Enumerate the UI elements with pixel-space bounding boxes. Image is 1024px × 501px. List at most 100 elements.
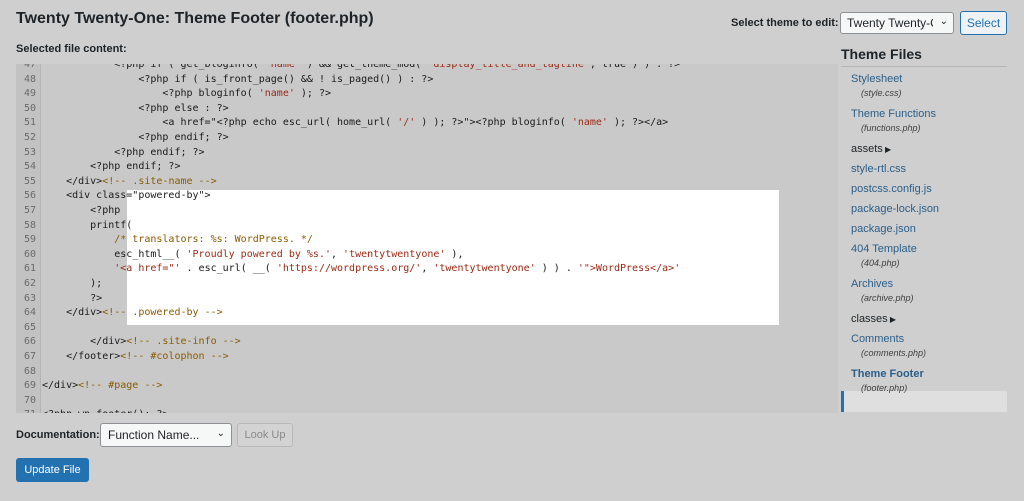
code-editor[interactable]: 47 <?php if ( get_bloginfo( 'name' ) && … <box>16 64 838 413</box>
line-number: 64 <box>23 307 36 319</box>
line-code: <a href="<?php echo esc_url( home_url( '… <box>42 117 669 129</box>
line-number: 57 <box>23 205 36 216</box>
theme-select[interactable]: Twenty Twenty-C ⌄ <box>840 12 954 34</box>
sidebar-file-item[interactable]: Stylesheet <box>851 73 902 85</box>
code-line: 65 <box>16 321 838 336</box>
code-line: 49 <?php bloginfo( 'name' ); ?> <box>16 87 838 102</box>
folder-label: classes <box>851 313 888 325</box>
line-number: 60 <box>23 248 36 260</box>
line-number: 58 <box>23 219 36 231</box>
code-line: 62 ); <box>16 277 838 292</box>
line-code: '<a href="' . esc_url( __( 'https://word… <box>114 263 681 275</box>
line-code: esc_html__( 'Proudly powered by %s.', 't… <box>42 248 464 260</box>
code-line: 56 <div class="powered-by"> <box>16 189 838 204</box>
line-code: <?php if ( is_front_page() && ! is_paged… <box>42 73 434 85</box>
code-line: 53 <?php endif; ?> <box>16 146 838 161</box>
code-line: 54 <?php endif; ?> <box>16 160 838 175</box>
line-code: <?php if ( get_bloginfo( 'name' ) && get… <box>42 64 681 70</box>
line-number: 68 <box>23 365 36 377</box>
sidebar-folder-assets[interactable]: assets ▶ <box>851 143 891 155</box>
line-number: 70 <box>23 394 36 406</box>
code-line: 66 </div><!-- .site-info --> <box>16 335 838 350</box>
sidebar-title: Theme Files <box>841 46 922 62</box>
line-number: 66 <box>23 336 36 348</box>
line-code: <?php else : ?> <box>42 102 229 114</box>
sidebar-file-item[interactable]: Comments <box>851 333 904 345</box>
sidebar-file-path: (archive.php) <box>861 293 914 303</box>
line-number: 51 <box>23 117 36 129</box>
theme-select-value: Twenty Twenty-C <box>847 16 933 30</box>
sidebar-file-item[interactable]: package-lock.json <box>851 203 939 215</box>
sidebar-file-path: (style.css) <box>861 88 902 98</box>
line-number: 47 <box>23 64 36 70</box>
line-code: <?php endif; ?> <box>42 161 181 173</box>
sidebar-file-item[interactable]: 404 Template <box>851 243 917 255</box>
documentation-label: Documentation: <box>16 429 100 441</box>
code-line: 52 <?php endif; ?> <box>16 131 838 146</box>
line-code: ); <box>42 278 103 289</box>
code-line: 60 esc_html__( 'Proudly powered by %s.',… <box>16 248 838 263</box>
code-line: 70 <box>16 394 838 409</box>
line-number: 61 <box>23 263 36 275</box>
code-line: 64 </div><!-- .powered-by --> <box>16 306 838 321</box>
code-line: 67 </footer><!-- #colophon --> <box>16 350 838 365</box>
chevron-down-icon: ⌄ <box>216 428 225 439</box>
line-code: <?php <box>42 205 121 216</box>
code-line: 51 <a href="<?php echo esc_url( home_url… <box>16 116 838 131</box>
chevron-down-icon: ⌄ <box>939 16 948 27</box>
theme-file-list[interactable]: Stylesheet (style.css) Theme Functions (fun… <box>841 66 1007 412</box>
line-number: 48 <box>23 73 36 85</box>
page-title: Twenty Twenty-One: Theme Footer (footer.… <box>16 10 374 27</box>
code-line: 50 <?php else : ?> <box>16 102 838 117</box>
line-code: </div><!-- .site-info --> <box>42 336 241 348</box>
line-number: 54 <box>23 161 36 173</box>
function-name-select[interactable]: Function Name... ⌄ <box>100 423 232 447</box>
select-theme-button[interactable]: Select <box>960 11 1007 35</box>
code-line: 48 <?php if ( is_front_page() && ! is_pa… <box>16 73 838 88</box>
theme-files-sidebar: Theme Files Stylesheet (style.css) Theme F… <box>841 44 1011 414</box>
sidebar-file-item[interactable]: Theme Footer <box>851 368 924 380</box>
code-line: 57 <?php <box>16 204 838 219</box>
caret-right-icon: ▶ <box>887 315 897 324</box>
sidebar-file-item[interactable]: package.json <box>851 223 916 235</box>
line-number: 52 <box>23 132 36 143</box>
line-number: 59 <box>23 234 36 246</box>
line-code: </footer><!-- #colophon --> <box>42 351 229 362</box>
code-line: 71 <?php wp_footer(); ?> <box>16 408 838 413</box>
line-code: <?php wp_footer(); ?> <box>42 409 168 413</box>
sidebar-file-item[interactable]: postcss.config.js <box>851 183 932 195</box>
caret-right-icon: ▶ <box>882 145 892 154</box>
line-code: </div><!-- .site-name --> <box>42 175 217 187</box>
look-up-button[interactable]: Look Up <box>237 423 293 447</box>
line-number: 65 <box>23 321 36 333</box>
sidebar-file-path: (functions.php) <box>861 123 921 133</box>
code-line: 63 ?> <box>16 292 838 307</box>
update-file-button[interactable]: Update File <box>16 458 89 482</box>
line-code: /* translators: %s: WordPress. */ <box>114 234 313 246</box>
function-name-value: Function Name... <box>108 428 200 442</box>
selected-file-label: Selected file content: <box>16 43 127 55</box>
line-number: 62 <box>23 278 36 289</box>
sidebar-file-path: (footer.php) <box>861 383 908 393</box>
line-code: printf( <box>42 219 133 231</box>
line-code: <?php endif; ?> <box>42 132 229 143</box>
line-number: 63 <box>23 292 36 304</box>
line-code: </div><!-- .powered-by --> <box>42 307 223 319</box>
line-number: 50 <box>23 102 36 114</box>
code-line: 58 printf( <box>16 219 838 234</box>
code-line: 69 </div><!-- #page --> <box>16 379 838 394</box>
line-number: 55 <box>23 175 36 187</box>
sidebar-file-item[interactable]: Theme Functions <box>851 108 936 120</box>
line-code: <div class="powered-by"> <box>42 190 211 202</box>
code-line: 55 </div><!-- .site-name --> <box>16 175 838 190</box>
sidebar-file-path: (404.php) <box>861 258 900 268</box>
line-number: 56 <box>23 190 36 202</box>
line-number: 53 <box>23 146 36 158</box>
line-number: 67 <box>23 351 36 362</box>
theme-select-label: Select theme to edit: <box>731 17 839 29</box>
sidebar-file-item[interactable]: style-rtl.css <box>851 163 906 175</box>
code-line: 61 '<a href="' . esc_url( __( 'https://w… <box>16 262 838 277</box>
sidebar-file-path: (comments.php) <box>861 348 927 358</box>
sidebar-file-item[interactable]: Archives <box>851 278 893 290</box>
sidebar-folder-classes[interactable]: classes ▶ <box>851 313 896 325</box>
